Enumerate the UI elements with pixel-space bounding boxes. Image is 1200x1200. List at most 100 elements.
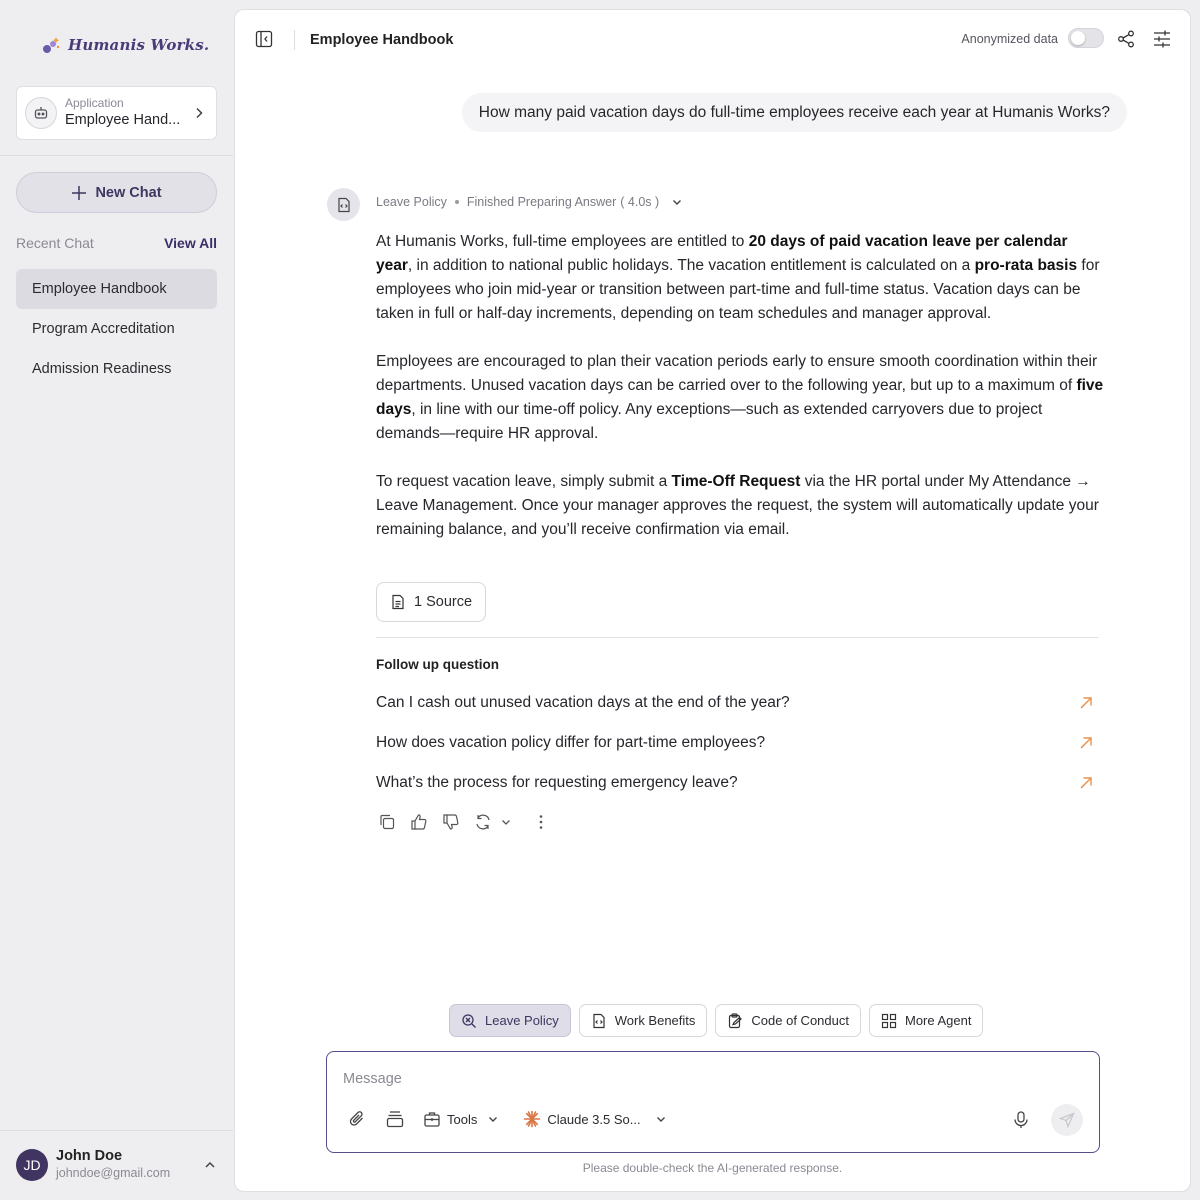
paperclip-icon[interactable] — [347, 1109, 367, 1129]
thumbs-up-button[interactable] — [410, 813, 428, 831]
answer-text: , in addition to national public holiday… — [407, 257, 975, 274]
copy-icon — [380, 814, 395, 830]
agent-chip-work-benefits[interactable]: Work Benefits — [578, 1004, 708, 1037]
more-options-button[interactable] — [532, 813, 550, 831]
recent-chat-item[interactable]: Employee Handbook — [16, 269, 217, 309]
logo-icon — [43, 37, 60, 53]
agent-chip-label: Work Benefits — [614, 1013, 696, 1028]
plus-icon — [72, 185, 87, 200]
refresh-icon — [476, 814, 490, 830]
robot-icon — [25, 97, 57, 129]
agent-chip-code-of-conduct[interactable]: Code of Conduct — [715, 1004, 861, 1037]
copy-button[interactable] — [378, 813, 396, 831]
followup-list: Can I cash out unused vacation days at t… — [376, 683, 1099, 803]
agent-chip-label: Leave Policy — [485, 1013, 559, 1028]
microphone-icon[interactable] — [1011, 1110, 1031, 1130]
anonymized-data-toggle[interactable] — [1068, 28, 1104, 48]
answer-emphasis: pro-rata basis — [974, 257, 1078, 274]
followup-text: How does vacation policy differ for part… — [376, 734, 766, 751]
avatar: JD — [16, 1149, 48, 1181]
meta-dot — [454, 200, 459, 204]
recent-chat-item[interactable]: Admission Readiness — [16, 349, 217, 389]
agent-chip-label: More Agent — [904, 1013, 972, 1028]
tools-dropdown[interactable]: Tools — [423, 1110, 499, 1128]
toggle-knob — [1071, 31, 1085, 45]
tools-label: Tools — [447, 1111, 478, 1127]
chat-panel: Employee Handbook Anonymized data How ma… — [234, 9, 1191, 1192]
followup-text: What’s the process for requesting emerge… — [376, 774, 738, 791]
followup-item[interactable]: Can I cash out unused vacation days at t… — [376, 683, 1099, 723]
answer-actions — [378, 813, 550, 831]
followup-title: Follow up question — [376, 657, 499, 672]
send-button[interactable] — [1051, 1104, 1083, 1136]
new-chat-label: New Chat — [95, 184, 162, 201]
answer-text: At Humanis Works, full-time employees ar… — [376, 233, 749, 250]
application-label: Application — [65, 96, 124, 110]
top-separator — [294, 30, 295, 50]
answer-paragraph: Employees are encouraged to plan their v… — [376, 350, 1106, 446]
source-button[interactable]: 1 Source — [376, 582, 487, 622]
arrow-up-right-icon — [1080, 737, 1092, 749]
brand-logo: Humanis Works. — [40, 34, 209, 56]
answer-status: Finished Preparing Answer — [466, 195, 617, 209]
answer-emphasis: Time-Off Request — [671, 473, 801, 490]
followup-item[interactable]: What’s the process for requesting emerge… — [376, 763, 1099, 803]
answer-text: To request vacation leave, simply submit… — [376, 473, 672, 490]
model-dropdown[interactable]: Claude 3.5 So... — [523, 1110, 666, 1128]
model-label: Claude 3.5 So... — [547, 1111, 641, 1127]
answer-body: At Humanis Works, full-time employees ar… — [376, 230, 1106, 566]
thumbs-up-icon — [411, 814, 427, 830]
followup-text: Can I cash out unused vacation days at t… — [376, 694, 790, 711]
user-name: John Doe — [56, 1148, 123, 1164]
new-chat-button[interactable]: New Chat — [16, 172, 217, 213]
chevron-down-icon — [656, 1117, 665, 1122]
followup-item[interactable]: How does vacation policy differ for part… — [376, 723, 1099, 763]
arrow-up-right-icon — [1080, 697, 1092, 709]
chevron-right-icon — [196, 107, 203, 119]
application-selector[interactable]: Application Employee Hand... — [16, 86, 217, 140]
chevron-down-icon — [502, 820, 510, 825]
toolbox-icon — [424, 1112, 440, 1127]
disclaimer-text: Please double-check the AI-generated res… — [582, 1161, 843, 1175]
layers-icon[interactable] — [385, 1109, 405, 1129]
recent-chat-item[interactable]: Program Accreditation — [16, 309, 217, 349]
sidebar-divider — [0, 155, 233, 156]
answer-duration: ( 4.0s ) — [620, 195, 660, 209]
doc-code-icon — [337, 197, 350, 212]
sidebar: Humanis Works. Application Employee Hand… — [0, 0, 233, 1200]
composer-tools: Tools Claude 3.5 So... — [347, 1109, 667, 1129]
agent-selector: Leave Policy Work Benefits Code of Condu… — [449, 1004, 984, 1037]
sidebar-toggle-icon[interactable] — [255, 30, 273, 48]
doc-code-icon — [593, 1013, 605, 1028]
clipboard-edit-icon — [729, 1012, 743, 1028]
recent-chat-title: Recent Chat — [16, 235, 94, 251]
regenerate-button[interactable] — [474, 813, 512, 831]
chevron-up-icon[interactable] — [203, 1158, 217, 1172]
grid-icon — [881, 1013, 897, 1028]
recent-chat-list: Employee Handbook Program Accreditation … — [16, 269, 217, 389]
agent-avatar — [327, 188, 360, 221]
message-composer: Tools Claude 3.5 So... — [326, 1051, 1100, 1153]
source-label: 1 Source — [414, 594, 473, 610]
arrow-up-right-icon — [1080, 777, 1092, 789]
answer-text: Employees are encouraged to plan their v… — [376, 353, 1098, 394]
user-divider — [0, 1130, 233, 1131]
user-question-bubble: How many paid vacation days do full-time… — [461, 93, 1127, 132]
chevron-down-icon[interactable] — [671, 196, 683, 208]
user-email: johndoe@gmail.com — [56, 1166, 171, 1180]
agent-chip-leave-policy[interactable]: Leave Policy — [449, 1004, 571, 1037]
view-all-link[interactable]: View All — [164, 235, 217, 251]
more-vertical-icon — [539, 815, 543, 829]
message-input[interactable] — [343, 1066, 943, 1092]
agent-chip-more-agent[interactable]: More Agent — [868, 1004, 984, 1037]
thumbs-down-icon — [443, 814, 459, 830]
answer-paragraph: To request vacation leave, simply submit… — [376, 470, 1106, 542]
share-icon[interactable] — [1116, 29, 1136, 49]
answer-paragraph: At Humanis Works, full-time employees ar… — [376, 230, 1106, 326]
send-icon — [1059, 1112, 1075, 1128]
agent-chip-label: Code of Conduct — [751, 1013, 849, 1028]
sliders-icon[interactable] — [1152, 29, 1172, 49]
chevron-down-icon — [489, 1117, 498, 1122]
thumbs-down-button[interactable] — [442, 813, 460, 831]
user-profile[interactable]: JD John Doe johndoe@gmail.com — [16, 1148, 217, 1182]
